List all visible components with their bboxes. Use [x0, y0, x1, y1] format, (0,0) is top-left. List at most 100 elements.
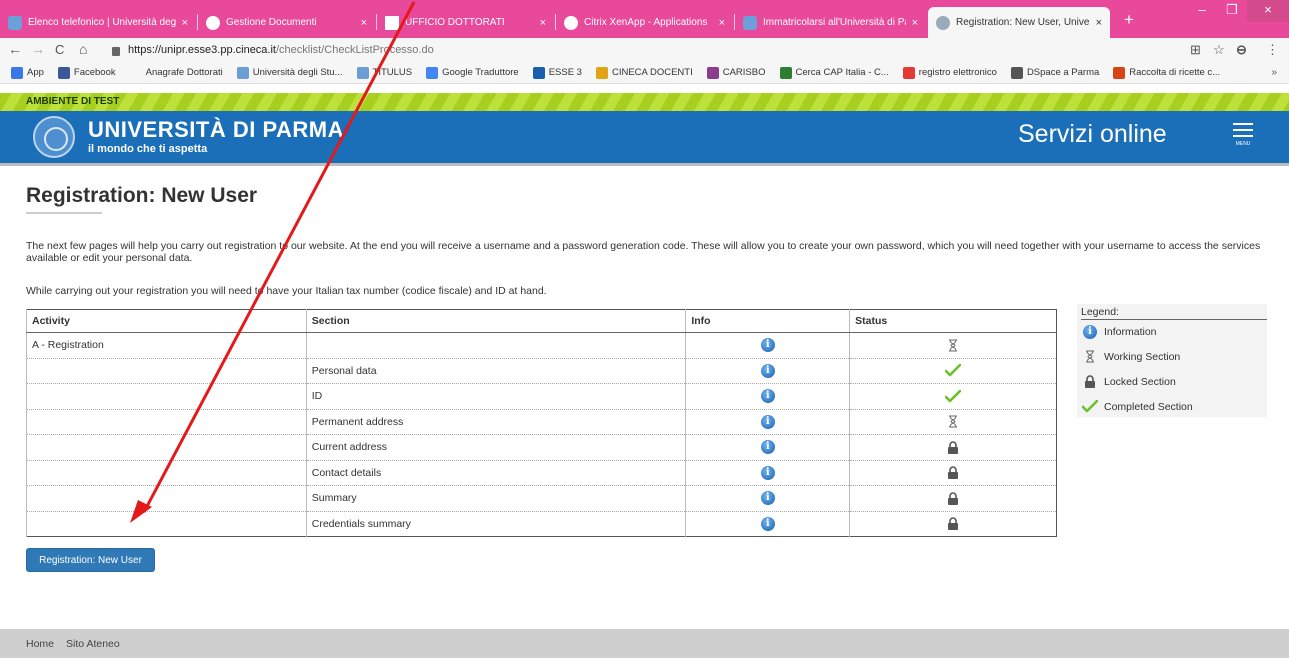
cell-section: ID	[305, 383, 686, 410]
close-icon[interactable]: ×	[1096, 17, 1102, 29]
bookmark-label: ESSE 3	[548, 67, 582, 78]
cell-info: i	[685, 485, 850, 512]
table-row: Summary i	[26, 485, 1057, 512]
bookmark-label: Cerca CAP Italia - C...	[795, 67, 889, 78]
translate-icon[interactable]: ⊞	[1190, 42, 1201, 58]
info-icon[interactable]: i	[760, 414, 775, 429]
info-icon[interactable]: i	[760, 389, 775, 404]
cell-info: i	[685, 358, 850, 384]
url-path: /checklist/CheckListProcesso.do	[275, 44, 434, 56]
cell-activity	[26, 485, 307, 512]
browser-tab[interactable]: Gestione Documenti ×	[198, 7, 375, 38]
bookmark-item[interactable]: CARISBO	[706, 66, 766, 79]
bookmark-favicon-icon	[236, 66, 249, 79]
bookmark-item[interactable]: Raccolta di ricette c...	[1113, 66, 1221, 79]
footer-link-sito-ateneo[interactable]: Sito Ateneo	[66, 638, 120, 650]
close-icon[interactable]: ×	[912, 17, 918, 29]
site-header: UNIVERSITÀ DI PARMA il mondo che ti aspe…	[0, 111, 1289, 163]
url-input[interactable]: https://unipr.esse3.pp.cineca.it/checkli…	[112, 40, 1182, 60]
browser-tab[interactable]: Citrix XenApp - Applications ×	[556, 7, 733, 38]
reload-icon[interactable]: C	[55, 42, 64, 57]
bookmark-label: registro elettronico	[918, 67, 997, 78]
browser-tab[interactable]: UFFICIO DOTTORATI ×	[377, 7, 554, 38]
university-name[interactable]: UNIVERSITÀ DI PARMA	[88, 117, 344, 143]
checkmark-icon	[945, 389, 962, 403]
title-underline	[26, 212, 102, 214]
bookmark-favicon-icon	[57, 66, 70, 79]
hamburger-menu-button[interactable]: MENU	[1233, 123, 1253, 153]
browser-menu-icon[interactable]: ⋮	[1266, 42, 1279, 58]
close-icon[interactable]: ×	[540, 17, 546, 29]
bookmark-item[interactable]: CINECA DOCENTI	[595, 66, 693, 79]
profile-icon[interactable]: ⊖	[1236, 42, 1247, 58]
test-environment-banner: AMBIENTE DI TEST	[0, 93, 1289, 111]
info-icon[interactable]: i	[760, 465, 775, 480]
requirements-paragraph: While carrying out your registration you…	[26, 285, 547, 297]
bookmark-item[interactable]: TITULUS	[356, 66, 412, 79]
info-icon[interactable]: i	[760, 338, 775, 353]
bookmark-item[interactable]: DSpace a Parma	[1010, 66, 1099, 79]
table-row: Current address i	[26, 434, 1057, 461]
bookmark-favicon-icon	[902, 66, 915, 79]
star-icon[interactable]: ☆	[1213, 42, 1225, 58]
browser-tab[interactable]: Immatricolarsi all'Università di Pa ×	[735, 7, 926, 38]
bookmark-item[interactable]: Cerca CAP Italia - C...	[779, 66, 889, 79]
padlock-icon	[948, 466, 959, 480]
globe-icon	[206, 15, 220, 30]
bookmark-item[interactable]: App	[11, 66, 44, 79]
checkmark-icon	[945, 364, 962, 377]
cell-activity	[26, 460, 307, 486]
padlock-icon	[948, 517, 959, 531]
bookmark-label: Raccolta di ricette c...	[1129, 67, 1221, 78]
padlock-icon	[948, 441, 959, 454]
info-icon[interactable]: i	[760, 491, 775, 506]
close-icon[interactable]: ×	[361, 17, 367, 29]
column-header-section: Section	[305, 309, 686, 333]
browser-tab[interactable]: Elenco telefonico | Università deg ×	[0, 7, 196, 38]
cell-info: i	[685, 332, 850, 359]
new-tab-button[interactable]: +	[1124, 10, 1134, 30]
footer-link-home[interactable]: Home	[26, 638, 54, 650]
bookmark-item[interactable]: ESSE 3	[532, 66, 582, 79]
cell-activity	[26, 511, 307, 537]
table-row: Personal data i	[26, 358, 1057, 384]
bookmarks-more-icon[interactable]: »	[1271, 67, 1277, 78]
bookmark-item[interactable]: Anagrafe Dottorati	[129, 66, 223, 79]
cell-section: Current address	[305, 434, 686, 461]
back-arrow-icon[interactable]: ←	[8, 41, 22, 57]
university-seal-logo[interactable]	[33, 116, 75, 158]
column-header-activity: Activity	[26, 309, 307, 333]
registration-new-user-button[interactable]: Registration: New User	[26, 548, 155, 572]
citrix-icon	[564, 15, 578, 30]
browser-tab-active[interactable]: Registration: New User, Universit ×	[928, 7, 1110, 38]
info-icon[interactable]: i	[760, 363, 775, 378]
checklist-table: Activity Section Info Status A - Registr…	[26, 309, 1057, 537]
info-icon[interactable]: i	[760, 516, 775, 531]
bookmark-label: Facebook	[73, 67, 116, 78]
services-title: Servizi online	[1018, 120, 1167, 148]
bookmark-item[interactable]: Google Traduttore	[426, 66, 519, 79]
cell-info: i	[685, 409, 850, 435]
maximize-button[interactable]: ❐	[1217, 0, 1247, 22]
bookmark-item[interactable]: Università degli Stu...	[236, 66, 343, 79]
globe-icon	[936, 15, 950, 30]
cell-activity	[26, 383, 307, 410]
cell-section: Permanent address	[305, 409, 686, 435]
minimize-button[interactable]: –	[1187, 0, 1217, 22]
bookmark-label: Anagrafe Dottorati	[145, 67, 223, 78]
legend-divider	[1081, 319, 1267, 320]
home-icon[interactable]: ⌂	[79, 41, 87, 57]
legend-title: Legend:	[1081, 306, 1119, 318]
bookmark-item[interactable]: Facebook	[57, 66, 116, 79]
tab-label: Gestione Documenti	[226, 17, 317, 28]
bookmark-item[interactable]: registro elettronico	[902, 66, 997, 79]
legend-item-working: Working Section	[1081, 350, 1180, 363]
window-close-button[interactable]: ×	[1247, 0, 1289, 22]
forward-arrow-icon[interactable]: →	[31, 41, 45, 57]
close-icon[interactable]: ×	[182, 17, 188, 29]
bookmark-label: Google Traduttore	[442, 67, 519, 78]
cell-activity	[26, 409, 307, 435]
close-icon[interactable]: ×	[719, 17, 725, 29]
info-icon[interactable]: i	[760, 440, 775, 455]
legend-label: Working Section	[1104, 350, 1181, 363]
